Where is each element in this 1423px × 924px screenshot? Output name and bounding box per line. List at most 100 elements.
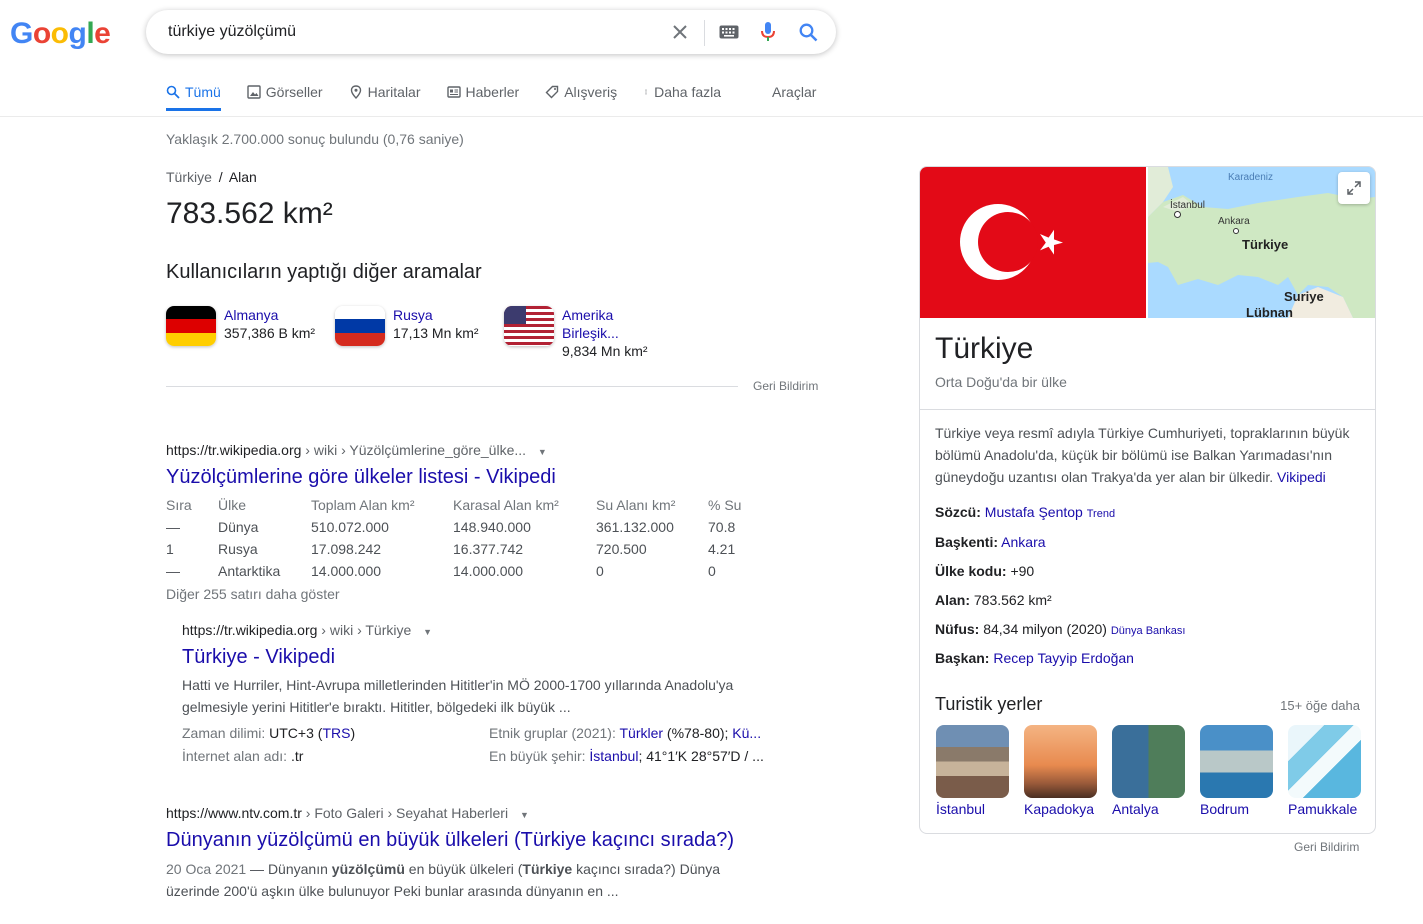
microphone-icon[interactable] [756, 22, 780, 42]
tag-icon [545, 85, 559, 99]
place-label: Pamukkale [1288, 801, 1358, 817]
map-label-ankara: Ankara [1218, 216, 1250, 227]
breadcrumb-entity[interactable]: Türkiye [166, 169, 212, 185]
place-image [1200, 725, 1273, 798]
result-url[interactable]: https://www.ntv.com.tr › Foto Galeri › S… [166, 805, 529, 821]
news-icon [446, 86, 461, 98]
places-title: Turistik yerler [935, 694, 1043, 714]
result-snippet: Hatti ve Hurriler, Hint-Avrupa milletler… [182, 677, 734, 715]
tab-more[interactable]: Daha fazla [643, 84, 721, 111]
ethnic-link-2[interactable]: Kü... [732, 725, 761, 741]
map-marker [1174, 211, 1181, 218]
chevron-down-icon[interactable]: ▼ [538, 447, 547, 457]
search-input[interactable] [166, 22, 650, 42]
map-pin-icon [350, 85, 361, 99]
map-label-sea: Karadeniz [1228, 172, 1274, 183]
place-image [1288, 725, 1361, 798]
trend-link[interactable]: Trend [1087, 508, 1115, 520]
table-header-row: Sıra Ülke Toplam Alan km² Karasal Alan k… [166, 497, 742, 513]
result-snippet: 20 Oca 2021 — Dünyanın yüzölçümü en büyü… [166, 861, 721, 899]
map-label-lebanon: Lübnan [1246, 305, 1293, 318]
tab-all[interactable]: Tümü [166, 84, 221, 111]
kp-fact-area: Alan: 783.562 km² [935, 592, 1052, 608]
related-country-usa[interactable]: Amerika Birleşik... 9,834 Mn km² [504, 306, 648, 361]
place-card-istanbul[interactable]: İstanbul [936, 725, 1009, 817]
kp-fact-capital: Başkenti: Ankara [935, 534, 1046, 550]
related-country-name[interactable]: Almanya [224, 306, 315, 324]
turkey-map[interactable]: Karadeniz İstanbul Ankara Türkiye Suriye… [1148, 167, 1375, 318]
speaker-link[interactable]: Mustafa Şentop [985, 504, 1083, 520]
ethnic-link[interactable]: Türkler [619, 725, 663, 741]
tab-maps[interactable]: Haritalar [349, 84, 421, 111]
chevron-down-icon[interactable]: ▼ [423, 627, 432, 637]
search-box [146, 10, 836, 54]
knowledge-panel: Karadeniz İstanbul Ankara Türkiye Suriye… [919, 166, 1376, 834]
map-label-syria: Suriye [1284, 289, 1324, 304]
result-fact-domain: İnternet alan adı: .tr [182, 748, 304, 764]
header-divider [0, 116, 1423, 117]
place-card-kapadokya[interactable]: Kapadokya [1024, 725, 1097, 817]
map-marker [1233, 228, 1239, 234]
people-also-search-title: Kullanıcıların yaptığı diğer aramalar [166, 261, 482, 283]
place-card-bodrum[interactable]: Bodrum [1200, 725, 1273, 817]
kp-subtitle: Orta Doğu'da bir ülke [935, 374, 1067, 390]
result-url[interactable]: https://tr.wikipedia.org › wiki › Yüzölç… [166, 442, 547, 458]
related-country-value: 9,834 Mn km² [562, 343, 648, 359]
kp-fact-population: Nüfus: 84,34 milyon (2020) Dünya Bankası [935, 621, 1186, 637]
trs-link[interactable]: TRS [322, 725, 350, 741]
result-title[interactable]: Dünyanın yüzölçümü en büyük ülkeleri (Tü… [166, 829, 734, 852]
place-card-antalya[interactable]: Antalya [1112, 725, 1185, 817]
related-country-name[interactable]: Rusya [393, 306, 479, 324]
place-label: Antalya [1112, 801, 1159, 817]
kp-fact-president: Başkan: Recep Tayyip Erdoğan [935, 650, 1134, 666]
place-image [1024, 725, 1097, 798]
answer-breadcrumb: Türkiye / Alan [166, 169, 257, 185]
tab-shopping[interactable]: Alışveriş [545, 84, 617, 111]
map-label-istanbul: İstanbul [1170, 200, 1206, 211]
place-image [936, 725, 1009, 798]
result-title[interactable]: Yüzölçümlerine göre ülkeler listesi - Vi… [166, 466, 556, 489]
breadcrumb-separator: / [218, 169, 223, 185]
clear-icon[interactable] [668, 22, 692, 42]
tab-news[interactable]: Haberler [446, 84, 519, 111]
answer-divider [166, 386, 738, 387]
table-row: — Antarktika 14.000.000 14.000.000 0 0 [166, 563, 716, 579]
search-icon [166, 85, 180, 99]
wikipedia-link[interactable]: Vikipedi [1277, 469, 1326, 485]
related-country-value: 17,13 Mn km² [393, 325, 479, 341]
keyboard-icon[interactable] [717, 22, 741, 42]
related-country-russia[interactable]: Rusya 17,13 Mn km² [335, 306, 479, 346]
result-url[interactable]: https://tr.wikipedia.org › wiki › Türkiy… [182, 622, 432, 638]
result-fact-city: En büyük şehir: İstanbul; 41°1′K 28°57′D… [489, 748, 764, 764]
feedback-link[interactable]: Geri Bildirim [753, 379, 818, 393]
related-country-germany[interactable]: Almanya 357,386 B km² [166, 306, 315, 346]
president-link[interactable]: Recep Tayyip Erdoğan [993, 650, 1134, 666]
map-label-country: Türkiye [1242, 237, 1289, 252]
russia-flag-icon [335, 306, 385, 346]
more-rows-link[interactable]: Diğer 255 satırı daha göster [166, 586, 340, 602]
google-logo[interactable]: Google [10, 17, 111, 51]
world-bank-link[interactable]: Dünya Bankası [1111, 625, 1186, 637]
wiki-table: Sıra Ülke Toplam Alan km² Karasal Alan k… [166, 494, 758, 582]
kp-fact-speaker: Sözcü: Mustafa Şentop Trend [935, 504, 1116, 520]
kp-feedback-link[interactable]: Geri Bildirim [1294, 840, 1359, 854]
tools-button[interactable]: Araçlar [772, 84, 816, 111]
germany-flag-icon [166, 306, 216, 346]
place-card-pamukkale[interactable]: Pamukkale [1288, 725, 1361, 817]
place-label: Kapadokya [1024, 801, 1095, 817]
related-country-value: 357,386 B km² [224, 325, 316, 341]
tab-images[interactable]: Görseller [247, 84, 323, 111]
table-row: — Dünya 510.072.000 148.940.000 361.132.000 7… [166, 519, 736, 535]
related-country-name[interactable]: Amerika Birleşik... [562, 306, 648, 342]
capital-link[interactable]: Ankara [1001, 534, 1045, 550]
places-more-link[interactable]: 15+ öğe daha [1280, 698, 1360, 713]
chevron-down-icon[interactable]: ▼ [520, 810, 529, 820]
usa-flag-icon [504, 306, 554, 346]
result-stats: Yaklaşık 2.700.000 sonuç bulundu (0,76 s… [166, 131, 464, 147]
kp-description: Türkiye veya resmî adıyla Türkiye Cumhur… [935, 425, 1350, 485]
result-title[interactable]: Türkiye - Vikipedi [182, 646, 335, 669]
city-link[interactable]: İstanbul [589, 748, 638, 764]
search-submit-icon[interactable] [796, 22, 820, 42]
turkey-flag-icon[interactable] [920, 167, 1146, 318]
expand-icon[interactable] [1338, 172, 1370, 204]
